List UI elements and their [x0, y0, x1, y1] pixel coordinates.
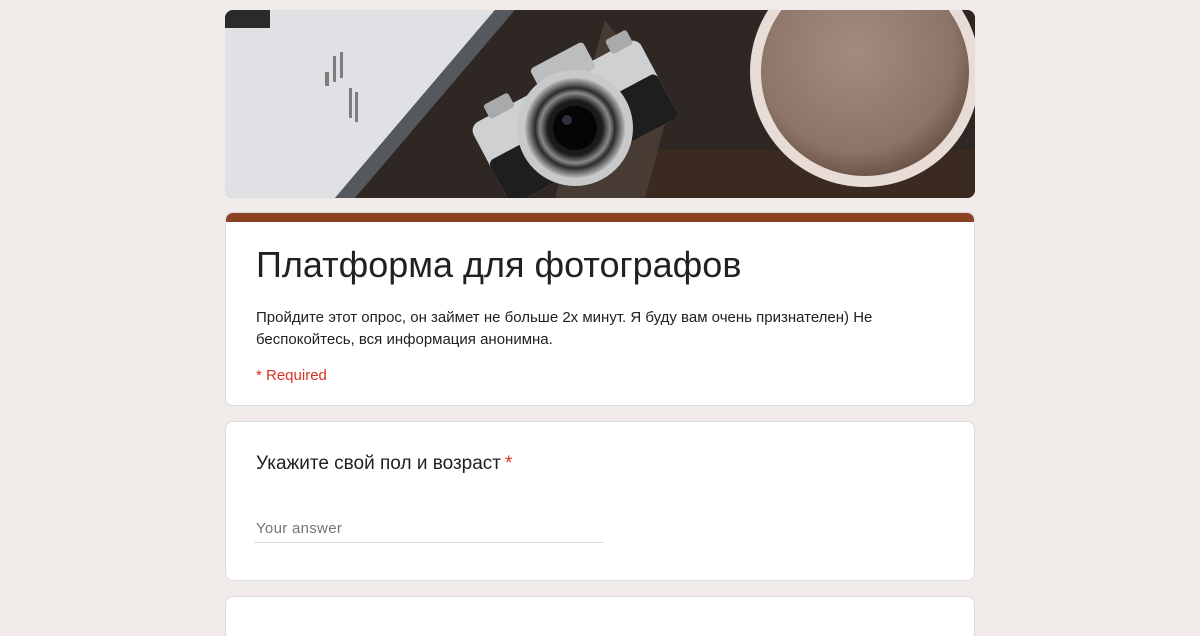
form-description: Пройдите этот опрос, он займет не больше…	[256, 309, 873, 348]
form-header-card: Платформа для фотографов Пройдите этот о…	[225, 212, 975, 406]
required-note: * Required	[256, 367, 327, 384]
theme-accent-bar	[226, 213, 974, 222]
camera-photo-illustration	[225, 10, 975, 198]
form-container: Платформа для фотографов Пройдите этот о…	[225, 10, 975, 636]
question-label: Укажите свой пол и возраст	[256, 453, 501, 474]
answer-input[interactable]	[254, 514, 604, 543]
required-asterisk: *	[505, 453, 513, 474]
header-image	[225, 10, 975, 198]
next-question-card	[225, 596, 975, 636]
question-title: Укажите свой пол и возраст *	[256, 452, 512, 476]
question-card: Укажите свой пол и возраст *	[225, 421, 975, 581]
form-title: Платформа для фотографов	[256, 244, 742, 285]
